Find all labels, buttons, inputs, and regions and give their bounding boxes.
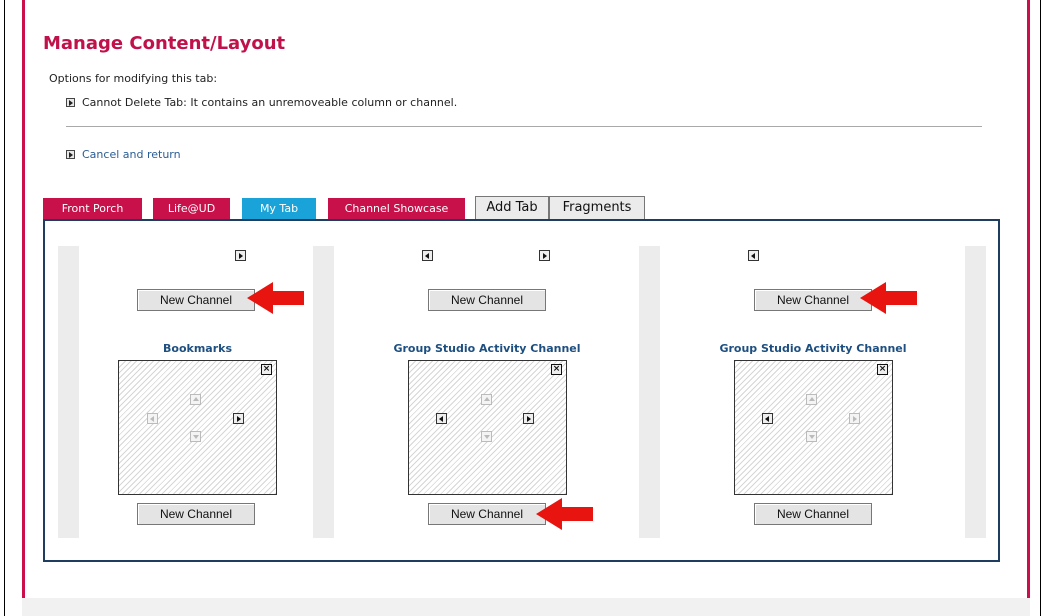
move-channel-left-icon (147, 413, 158, 424)
move-channel-down-icon (481, 431, 492, 442)
move-channel-down-icon (190, 431, 201, 442)
tab-channel-showcase[interactable]: Channel Showcase (328, 198, 465, 220)
move-column-right-icon[interactable] (539, 250, 550, 261)
channel-title-group-studio: Group Studio Activity Channel (393, 342, 581, 355)
column-gutter (639, 246, 660, 538)
channel-title-bookmarks: Bookmarks (163, 342, 232, 355)
tab-life-at-ud[interactable]: Life@UD (153, 198, 230, 220)
red-arrow-icon (860, 282, 917, 314)
column-gutter (58, 246, 79, 538)
cannot-delete-text: Cannot Delete Tab: It contains an unremo… (82, 96, 458, 109)
cannot-delete-notice: Cannot Delete Tab: It contains an unremo… (66, 96, 457, 109)
window-edge-right (1040, 0, 1041, 616)
red-arrow-icon (536, 498, 593, 530)
tab-front-porch[interactable]: Front Porch (43, 198, 142, 220)
new-channel-button[interactable]: New Channel (137, 289, 255, 311)
channel-title-group-studio: Group Studio Activity Channel (719, 342, 907, 355)
red-arrow-icon (247, 282, 304, 314)
move-channel-up-icon (806, 394, 817, 405)
triangle-bullet-icon (66, 98, 75, 107)
new-channel-button[interactable]: New Channel (754, 503, 872, 525)
cancel-and-return-link[interactable]: Cancel and return (66, 148, 181, 161)
move-column-right-icon[interactable] (235, 250, 246, 261)
add-tab-button[interactable]: Add Tab (475, 196, 549, 220)
move-channel-right-icon[interactable] (523, 413, 534, 424)
new-channel-button[interactable]: New Channel (137, 503, 255, 525)
close-icon[interactable]: × (261, 364, 272, 375)
move-column-left-icon[interactable] (422, 250, 433, 261)
triangle-bullet-icon (66, 150, 75, 159)
page-title: Manage Content/Layout (43, 33, 286, 54)
channel-box: × (734, 360, 893, 495)
new-channel-button[interactable]: New Channel (428, 289, 546, 311)
panel-border-left (22, 0, 25, 598)
close-icon[interactable]: × (877, 364, 888, 375)
column-gutter (313, 246, 334, 538)
channel-box: × (118, 360, 277, 495)
panel-footer (22, 598, 1030, 616)
cancel-label[interactable]: Cancel and return (82, 148, 181, 161)
panel-border-right (1027, 0, 1030, 598)
options-heading: Options for modifying this tab: (49, 72, 218, 85)
new-channel-button[interactable]: New Channel (428, 503, 546, 525)
divider (66, 126, 982, 127)
move-column-left-icon[interactable] (748, 250, 759, 261)
move-channel-left-icon[interactable] (436, 413, 447, 424)
fragments-tab[interactable]: Fragments (549, 196, 645, 220)
tab-my-tab[interactable]: My Tab (242, 198, 316, 220)
column-gutter (965, 246, 986, 538)
move-channel-down-icon (806, 431, 817, 442)
close-icon[interactable]: × (551, 364, 562, 375)
new-channel-button[interactable]: New Channel (754, 289, 872, 311)
channel-box: × (408, 360, 567, 495)
move-channel-right-icon[interactable] (233, 413, 244, 424)
move-channel-left-icon[interactable] (762, 413, 773, 424)
window-edge-left (4, 0, 5, 616)
move-channel-up-icon (190, 394, 201, 405)
move-channel-right-icon (849, 413, 860, 424)
move-channel-up-icon (481, 394, 492, 405)
